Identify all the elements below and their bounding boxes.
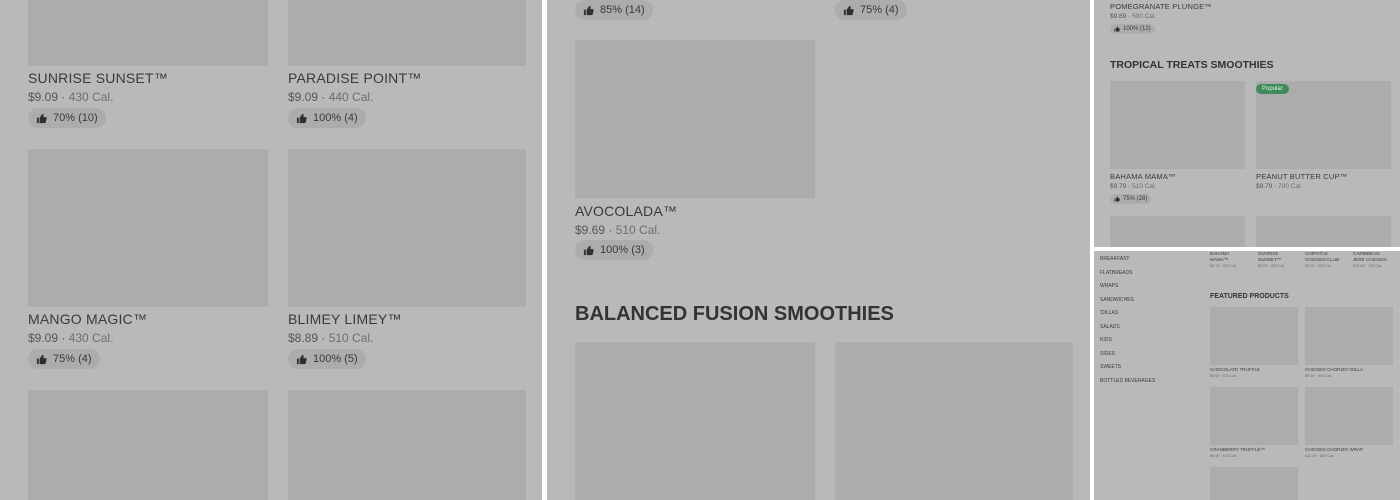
- product-name[interactable]: MANGO MAGIC™: [28, 311, 147, 327]
- product-meta: $9.09 · 440 Cal.: [288, 90, 374, 104]
- product-meta: $12.49 · 700 Cal.: [1353, 264, 1383, 268]
- product-image-avocolada[interactable]: [575, 40, 815, 198]
- product-meta: $9.09 · 430 Cal.: [28, 90, 114, 104]
- product-image[interactable]: [288, 390, 526, 500]
- rating-badge: 70% (10): [28, 108, 106, 128]
- section-title: TROPICAL TREATS SMOOTHIES: [1110, 59, 1274, 71]
- product-price: $9.09: [28, 331, 59, 345]
- rating-badge: 100% (5): [288, 349, 366, 369]
- sidebar-item-sides[interactable]: SIDES: [1100, 351, 1115, 357]
- sidebar-item-sweets[interactable]: SWEETS: [1100, 364, 1121, 370]
- menu-panel-right-top: POMEGRANATE PLUNGE™ $9.69 · 500 Cal. 100…: [1094, 0, 1400, 247]
- product-name[interactable]: SUNRISE SUNSET™: [1258, 251, 1281, 262]
- product-image[interactable]: [28, 390, 268, 500]
- menu-panel-left: SUNRISE SUNSET™ $9.09 · 430 Cal. 70% (10…: [0, 0, 542, 500]
- product-name[interactable]: AVOCOLADA™: [575, 203, 677, 219]
- product-image-chicken-chorizo-dilla[interactable]: [1305, 307, 1393, 365]
- section-title: BALANCED FUSION SMOOTHIES: [575, 303, 894, 325]
- product-name[interactable]: CARIBBEAN JERK CHICKEN: [1353, 251, 1387, 262]
- rating-badge: 85% (14): [575, 0, 653, 20]
- rating-badge: 75% (4): [835, 0, 907, 20]
- product-image[interactable]: [1210, 467, 1298, 500]
- product-meta: $9.69 · 500 Cal.: [1110, 13, 1157, 20]
- sidebar-item-salads[interactable]: SALADS: [1100, 324, 1120, 330]
- sidebar-item-wraps[interactable]: WRAPS: [1100, 283, 1118, 289]
- product-image[interactable]: [575, 342, 815, 500]
- product-meta: $9.69 · 510 Cal.: [575, 223, 661, 237]
- product-meta: $8.89 · 510 Cal.: [288, 331, 374, 345]
- product-image-chicken-chorizo-wrap[interactable]: [1305, 387, 1393, 445]
- product-name[interactable]: PEANUT BUTTER CUP™: [1256, 172, 1347, 181]
- rating-badge: 100% (4): [288, 108, 366, 128]
- product-name[interactable]: SUNRISE SUNSET™: [28, 70, 168, 86]
- product-name[interactable]: CRANBERRY TRUFFLE™: [1210, 447, 1265, 453]
- menu-panel-right-bottom: BREAKFAST FLATBREADS WRAPS SANDWICHES 'D…: [1094, 251, 1400, 500]
- product-calories: 440 Cal.: [328, 90, 374, 104]
- product-name[interactable]: BAHAMA MAMA™: [1110, 172, 1176, 181]
- product-calories: 510 Cal.: [615, 223, 661, 237]
- product-name[interactable]: CHOCOLATE TRUFFLE: [1210, 367, 1260, 373]
- product-meta: $9.79 · 520 Cal.: [1305, 264, 1333, 268]
- product-calories: 510 Cal.: [328, 331, 374, 345]
- product-calories: 430 Cal.: [68, 90, 114, 104]
- product-name[interactable]: POMEGRANATE PLUNGE™: [1110, 2, 1212, 11]
- sidebar-item-breakfast[interactable]: BREAKFAST: [1100, 256, 1129, 262]
- product-image-bahama-mama[interactable]: [1110, 81, 1245, 169]
- sidebar-item-flatbreads[interactable]: FLATBREADS: [1100, 270, 1132, 276]
- featured-products-title: FEATURED PRODUCTS: [1210, 293, 1289, 300]
- product-name[interactable]: PARADISE POINT™: [288, 70, 421, 86]
- product-price: $9.09: [288, 90, 319, 104]
- product-meta: $9.09 · 560 Cal.: [1305, 374, 1333, 378]
- product-name[interactable]: CHICKEN CHORIZO WRAP: [1305, 447, 1363, 453]
- menu-panel-middle: 85% (14) 75% (4) AVOCOLADA™ $9.69 · 510 …: [547, 0, 1090, 500]
- product-image-peanut-butter-cup[interactable]: [1256, 81, 1391, 169]
- product-meta: $9.09 · 430 Cal.: [28, 331, 114, 345]
- thumbs-up-icon: [1114, 196, 1120, 202]
- thumbs-up-icon: [583, 5, 594, 16]
- product-image-mango-magic[interactable]: [28, 149, 268, 307]
- product-meta: $9.79 · 510 Cal.: [1210, 264, 1238, 268]
- product-meta: $9.69 · 670 Cal.: [1210, 374, 1238, 378]
- product-price: $9.09: [28, 90, 59, 104]
- rating-badge: 100% (12): [1110, 24, 1155, 34]
- product-image[interactable]: [1256, 216, 1391, 247]
- product-price: $8.89: [288, 331, 319, 345]
- sidebar-item-dillas[interactable]: 'DILLAS: [1100, 310, 1118, 316]
- sidebar-item-bottled-beverages[interactable]: BOTTLED BEVERAGES: [1100, 378, 1155, 384]
- product-image-chocolate-truffle[interactable]: [1210, 307, 1298, 365]
- thumbs-up-icon: [583, 245, 594, 256]
- product-name[interactable]: CHICKEN CHORIZO 'DILLA: [1305, 367, 1363, 373]
- product-meta: $9.09 · 430 Cal.: [1258, 264, 1286, 268]
- sidebar-item-sandwiches[interactable]: SANDWICHES: [1100, 297, 1134, 303]
- product-calories: 430 Cal.: [68, 331, 114, 345]
- product-name[interactable]: CHIPOTLE CHICKEN CLUB: [1305, 251, 1339, 262]
- product-meta: $9.69 · 610 Cal.: [1210, 454, 1238, 458]
- rating-badge: 75% (28): [1110, 194, 1152, 204]
- thumbs-up-icon: [36, 354, 47, 365]
- product-name[interactable]: BLIMEY LIMEY™: [288, 311, 402, 327]
- product-image-sunrise-sunset[interactable]: [28, 0, 268, 66]
- thumbs-up-icon: [1114, 26, 1120, 32]
- rating-badge: 75% (4): [28, 349, 100, 369]
- product-image-paradise-point[interactable]: [288, 0, 526, 66]
- product-meta: $9.79 · 510 Cal.: [1110, 183, 1157, 190]
- thumbs-up-icon: [296, 354, 307, 365]
- thumbs-up-icon: [843, 5, 854, 16]
- product-meta: $12.49 · 860 Cal.: [1305, 454, 1335, 458]
- rating-badge: 100% (3): [575, 240, 653, 260]
- product-name[interactable]: BAHAMA MAMA™: [1210, 251, 1229, 262]
- thumbs-up-icon: [296, 113, 307, 124]
- product-image-blimey-limey[interactable]: [288, 149, 526, 307]
- popular-badge: Popular: [1256, 84, 1289, 94]
- sidebar-item-kids[interactable]: KIDS: [1100, 337, 1112, 343]
- product-image-cranberry-truffle[interactable]: [1210, 387, 1298, 445]
- product-image[interactable]: [835, 342, 1073, 500]
- thumbs-up-icon: [36, 113, 47, 124]
- product-price: $9.69: [575, 223, 606, 237]
- product-meta: $9.79 · 700 Cal.: [1256, 183, 1303, 190]
- product-image[interactable]: [1110, 216, 1245, 247]
